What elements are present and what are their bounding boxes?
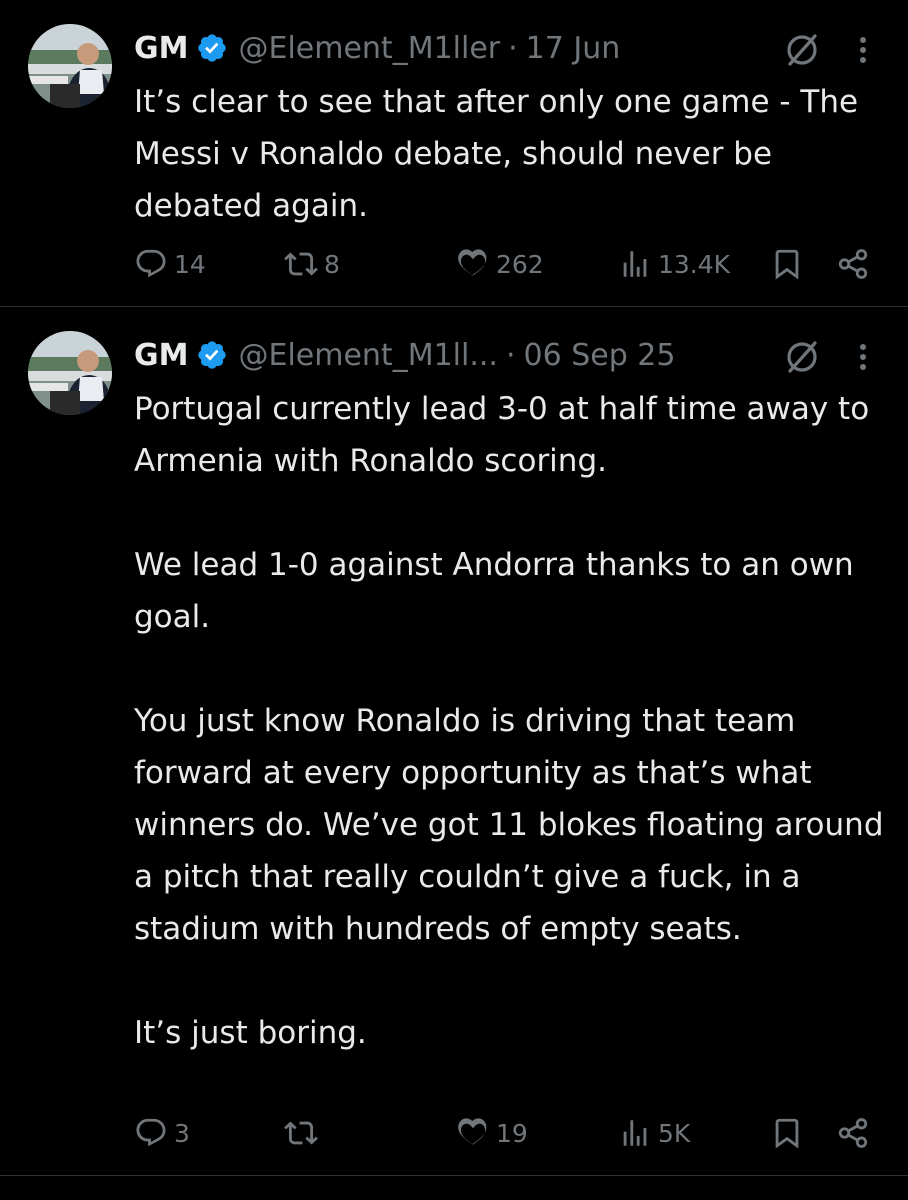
repost-button[interactable]: 8 xyxy=(284,242,340,286)
share-button[interactable] xyxy=(836,1111,870,1155)
verified-badge-icon xyxy=(198,34,227,62)
share-icon xyxy=(838,249,868,279)
separator-dot: · xyxy=(508,30,518,66)
grok-icon[interactable] xyxy=(782,30,822,70)
repost-icon xyxy=(284,252,318,276)
views-count: 5K xyxy=(658,1118,691,1148)
views-button[interactable]: 13.4K xyxy=(618,242,730,286)
repost-icon xyxy=(284,1121,318,1145)
like-count: 262 xyxy=(496,249,544,279)
tweet-paragraph: You just know Ronaldo is driving that te… xyxy=(134,703,884,947)
tweet-header: GM @Element_M1ll... · 06 Sep 25 xyxy=(134,333,675,377)
tweet-paragraph: We lead 1-0 against Andorra thanks to an… xyxy=(134,547,854,635)
views-count: 13.4K xyxy=(658,249,731,279)
tweet[interactable]: GM @Element_M1ll... · 06 Sep 25 Portugal… xyxy=(0,307,908,1176)
like-count: 19 xyxy=(496,1118,528,1148)
like-icon xyxy=(458,1118,487,1145)
bookmark-icon xyxy=(775,1118,799,1149)
repost-count: 8 xyxy=(324,249,340,279)
avatar[interactable] xyxy=(28,331,112,415)
tweet-text: Portugal currently lead 3-0 at half time… xyxy=(134,383,886,1059)
bookmark-icon xyxy=(775,249,799,280)
share-icon xyxy=(838,1118,868,1148)
views-icon xyxy=(623,251,647,277)
tweet-paragraph: It’s just boring. xyxy=(134,1015,367,1051)
like-button[interactable]: 262 xyxy=(456,242,544,286)
more-icon[interactable] xyxy=(848,339,878,375)
tweet-header: GM @Element_M1ller · 17 Jun xyxy=(134,26,620,70)
views-button[interactable]: 5K xyxy=(618,1111,690,1155)
action-bar: 3 19 5K xyxy=(0,1111,908,1155)
reply-button[interactable]: 14 xyxy=(134,242,206,286)
repost-button[interactable] xyxy=(284,1111,324,1155)
tweet[interactable]: GM @Element_M1ller · 17 Jun It’s clear t… xyxy=(0,0,908,307)
like-button[interactable]: 19 xyxy=(456,1111,528,1155)
tweet-paragraph: Portugal currently lead 3-0 at half time… xyxy=(134,391,870,479)
user-handle[interactable]: @Element_M1ll... xyxy=(238,338,497,373)
user-handle[interactable]: @Element_M1ller xyxy=(238,31,500,66)
share-button[interactable] xyxy=(836,242,870,286)
tweet-text: It’s clear to see that after only one ga… xyxy=(134,76,886,232)
display-name[interactable]: GM xyxy=(134,338,188,373)
grok-icon[interactable] xyxy=(782,337,822,377)
tweet-paragraph: It’s clear to see that after only one ga… xyxy=(134,84,859,224)
display-name[interactable]: GM xyxy=(134,31,188,66)
reply-count: 14 xyxy=(174,249,206,279)
reply-icon xyxy=(136,1118,166,1147)
avatar[interactable] xyxy=(28,24,112,108)
like-icon xyxy=(458,249,487,276)
reply-count: 3 xyxy=(174,1118,190,1148)
action-bar: 14 8 262 13.4K xyxy=(0,242,908,286)
verified-badge-icon xyxy=(198,341,227,369)
views-icon xyxy=(623,1120,647,1146)
reply-icon xyxy=(136,249,166,278)
tweet-date[interactable]: 06 Sep 25 xyxy=(523,338,675,373)
bookmark-button[interactable] xyxy=(770,242,804,286)
tweet-date[interactable]: 17 Jun xyxy=(526,31,621,66)
reply-button[interactable]: 3 xyxy=(134,1111,190,1155)
bookmark-button[interactable] xyxy=(770,1111,804,1155)
more-icon[interactable] xyxy=(848,32,878,68)
separator-dot: · xyxy=(505,337,516,373)
